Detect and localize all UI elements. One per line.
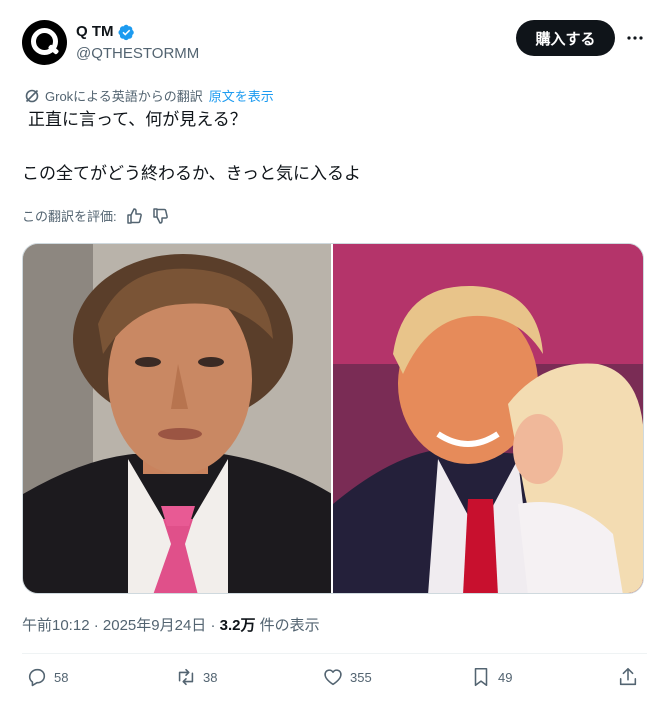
like-button[interactable]: 355 [322,666,372,688]
tweet-header: Q TM @QTHESTORMM 購入する [22,20,653,70]
heart-icon [324,669,342,686]
bookmark-count: 49 [498,669,513,685]
grok-icon [25,89,39,102]
handle[interactable]: @QTHESTORMM [76,44,199,64]
bookmark-button[interactable]: 49 [470,666,512,688]
reply-count: 58 [54,669,69,685]
tweet-timestamp: 午前10:12 · 2025年9月24日 · 3.2万 件の表示 [22,614,320,635]
media-grid [22,243,644,594]
portrait-illustration-right [333,244,643,593]
translation-notice: Grokによる英語からの翻訳 原文を表示 [24,86,274,105]
share-button[interactable] [617,666,645,688]
repost-button[interactable]: 38 [175,666,217,688]
more-options-icon[interactable] [623,26,647,50]
show-original-link[interactable]: 原文を表示 [209,86,274,105]
tweet-date[interactable]: 2025年9月24日 [103,617,206,634]
reply-button[interactable]: 58 [26,666,68,688]
display-name[interactable]: Q TM [76,22,199,42]
author-names: Q TM @QTHESTORMM [76,22,199,64]
rate-translation-label: この翻訳を評価: [22,209,117,224]
buy-button[interactable]: 購入する [516,20,615,56]
meta-separator: · [89,617,103,634]
meta-separator: · [206,617,220,634]
action-bar: 58 38 355 49 [26,666,646,694]
share-icon [619,667,637,686]
translation-label: Grokによる英語からの翻訳 [45,89,203,104]
ellipsis-icon [627,36,643,40]
tweet-time[interactable]: 午前10:12 [22,617,90,634]
rate-translation: この翻訳を評価: [22,206,169,225]
views-count: 3.2万 [219,617,256,634]
thumbs-down-icon[interactable] [151,207,169,225]
like-count: 355 [350,669,372,685]
portrait-illustration-left [23,244,331,593]
verified-badge-icon [117,24,134,40]
display-name-text[interactable]: Q TM [76,22,114,42]
reply-icon [28,668,46,687]
tweet-text-line: 正直に言って、何が見える？ [28,110,247,130]
repost-count: 38 [203,669,218,685]
photo-left[interactable] [23,244,331,593]
views-label: 件の表示 [255,617,320,634]
divider [22,653,647,654]
thumbs-up-icon[interactable] [125,207,143,225]
photo-right[interactable] [333,244,643,593]
bookmark-icon [474,667,488,687]
tweet-text-line: この全てがどう終わるか、きっと気に入るよ [22,164,361,184]
avatar[interactable] [22,20,67,65]
repost-icon [178,668,194,686]
